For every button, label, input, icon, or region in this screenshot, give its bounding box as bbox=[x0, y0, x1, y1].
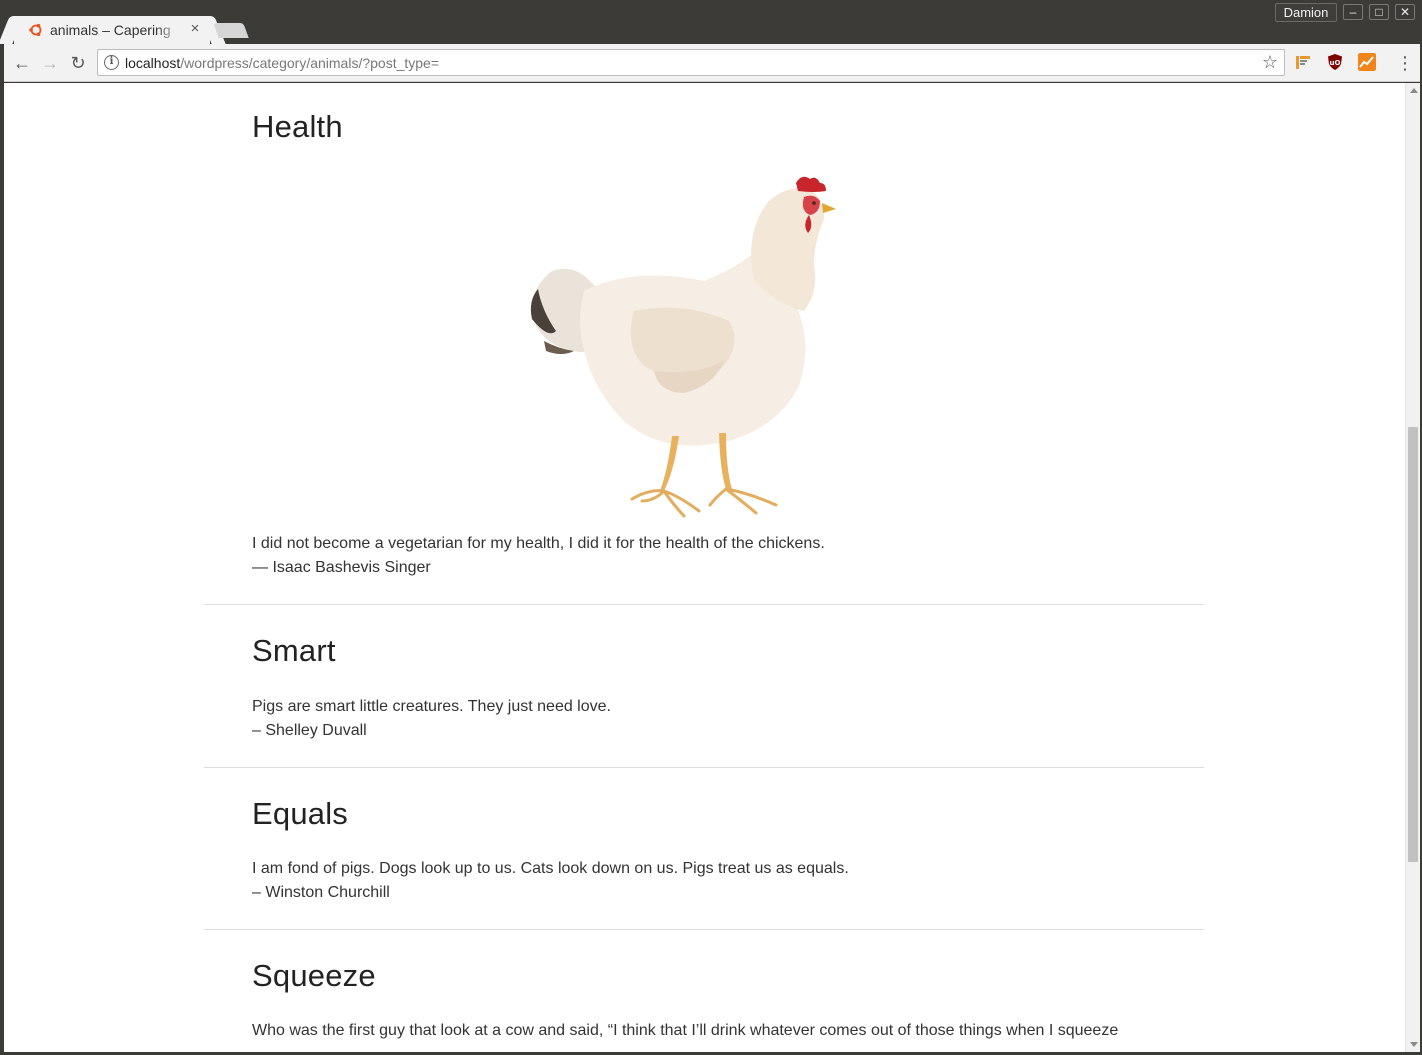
profile-button[interactable]: Damion bbox=[1275, 3, 1337, 22]
divider bbox=[204, 604, 1204, 605]
quote-text: Who was the first guy that look at a cow… bbox=[252, 1022, 1119, 1039]
close-window-button[interactable]: ✕ bbox=[1395, 4, 1415, 20]
post-quote: Who was the first guy that look at a cow… bbox=[252, 1019, 1182, 1043]
tab-close-icon[interactable]: × bbox=[186, 20, 204, 38]
quote-text: I did not become a vegetarian for my hea… bbox=[252, 535, 825, 552]
post-title[interactable]: Smart bbox=[252, 633, 336, 669]
quote-author: – Winston Churchill bbox=[252, 884, 390, 901]
back-button[interactable]: ← bbox=[11, 52, 33, 74]
post-title[interactable]: Equals bbox=[252, 796, 348, 832]
info-icon[interactable]: i bbox=[104, 55, 119, 70]
vertical-scrollbar[interactable] bbox=[1405, 83, 1420, 1052]
tab-title: animals – Capering bbox=[50, 22, 171, 38]
minimize-button[interactable]: – bbox=[1343, 4, 1363, 20]
page-viewport: Health I did not become a vegetarian for… bbox=[4, 83, 1405, 1052]
scroll-down-icon[interactable] bbox=[1410, 1042, 1418, 1047]
new-tab-button[interactable] bbox=[213, 23, 249, 38]
ublock-origin-icon[interactable]: uO bbox=[1326, 53, 1344, 71]
divider bbox=[204, 767, 1204, 768]
tab-strip: animals – Capering × Damion – □ ✕ bbox=[0, 0, 1422, 44]
post-title[interactable]: Squeeze bbox=[252, 958, 376, 994]
address-bar[interactable]: i localhost/wordpress/category/animals/?… bbox=[97, 49, 1285, 76]
url-path: /wordpress/category/animals/?post_type= bbox=[180, 55, 440, 71]
url-text[interactable]: localhost/wordpress/category/animals/?po… bbox=[125, 55, 439, 71]
window-frame-left bbox=[0, 44, 4, 1055]
star-icon[interactable]: ☆ bbox=[1262, 52, 1278, 73]
chicken-image bbox=[530, 176, 836, 518]
menu-icon[interactable]: ⋮ bbox=[1396, 52, 1414, 74]
quote-author: – Shelley Duvall bbox=[252, 722, 367, 739]
post-quote: I am fond of pigs. Dogs look up to us. C… bbox=[252, 857, 1182, 905]
scrollbar-thumb[interactable] bbox=[1408, 427, 1418, 862]
browser-tab[interactable]: animals – Capering × bbox=[14, 16, 210, 44]
ubuntu-favicon-icon bbox=[29, 23, 42, 37]
divider bbox=[204, 929, 1204, 930]
url-host: localhost bbox=[125, 55, 181, 71]
quote-text: I am fond of pigs. Dogs look up to us. C… bbox=[252, 860, 849, 877]
forward-button[interactable]: → bbox=[39, 52, 61, 74]
reload-button[interactable]: ↻ bbox=[67, 52, 89, 74]
scroll-up-icon[interactable] bbox=[1410, 88, 1418, 93]
analytics-extension-icon[interactable] bbox=[1358, 53, 1376, 71]
bookmarks-extension-icon[interactable] bbox=[1294, 53, 1312, 71]
post-quote: I did not become a vegetarian for my hea… bbox=[252, 532, 1182, 580]
browser-window: animals – Capering × Damion – □ ✕ ← → ↻ … bbox=[0, 0, 1422, 1055]
quote-text: Pigs are smart little creatures. They ju… bbox=[252, 698, 611, 715]
post-quote: Pigs are smart little creatures. They ju… bbox=[252, 695, 1182, 743]
browser-toolbar: ← → ↻ i localhost/wordpress/category/ani… bbox=[0, 44, 1422, 82]
svg-text:uO: uO bbox=[1330, 59, 1341, 67]
maximize-button[interactable]: □ bbox=[1369, 4, 1389, 20]
quote-author: — Isaac Bashevis Singer bbox=[252, 559, 431, 576]
post-title[interactable]: Health bbox=[252, 109, 343, 145]
